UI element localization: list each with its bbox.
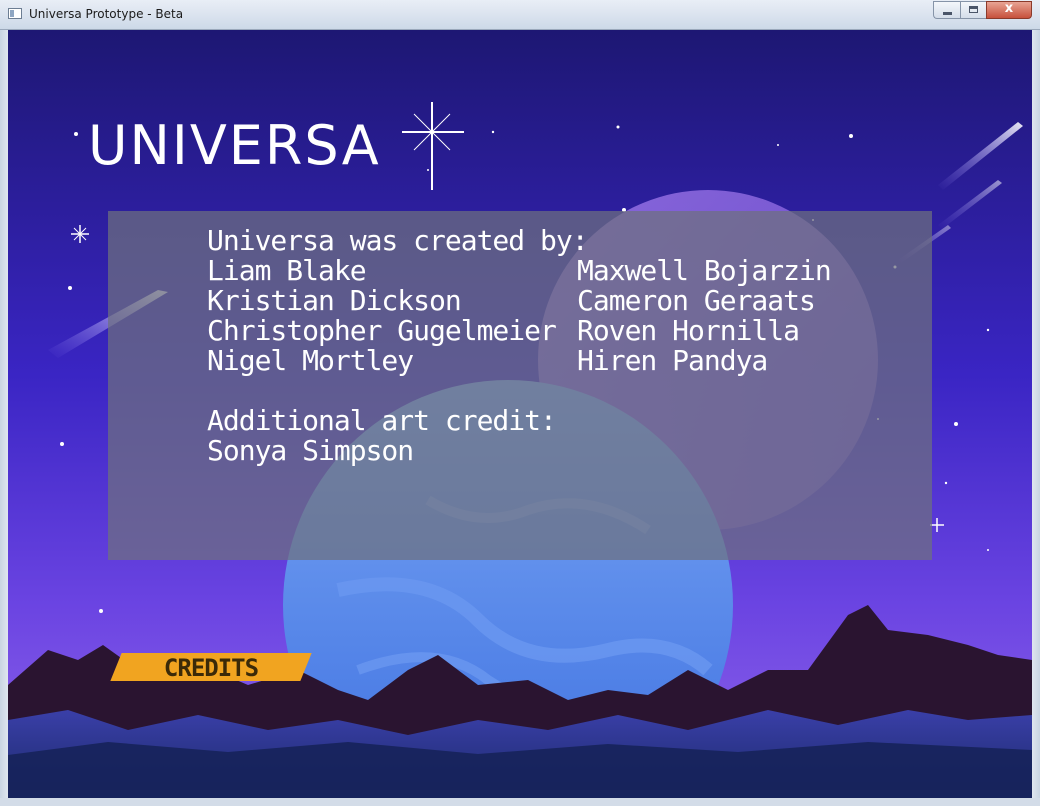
creator-name: Nigel Mortley: [207, 344, 414, 377]
creator-name: Cameron Geraats: [577, 284, 816, 317]
credits-row: Nigel Mortley Hiren Pandya: [207, 344, 768, 377]
minimize-button[interactable]: [933, 1, 960, 19]
creator-name: Roven Hornilla: [577, 314, 800, 347]
window-frame-left: [0, 30, 8, 806]
close-icon: x: [1004, 1, 1014, 16]
art-credit-heading: Additional art credit:: [207, 404, 557, 437]
app-icon: [8, 8, 22, 19]
art-credit-name: Sonya Simpson: [207, 434, 414, 467]
maximize-button[interactable]: [960, 1, 986, 19]
credits-heading: Universa was created by:: [207, 224, 589, 257]
credits-text: Universa was created by: Liam Blake Maxw…: [207, 224, 832, 467]
creator-name: Liam Blake: [207, 254, 367, 287]
window-controls: x: [933, 1, 1032, 20]
credits-button[interactable]: CREDITS: [110, 653, 312, 682]
credits-row: Christopher Gugelmeier Roven Hornilla: [207, 314, 800, 347]
window-title: Universa Prototype - Beta: [29, 7, 184, 21]
creator-name: Kristian Dickson: [207, 284, 462, 317]
game-logo: UNIVERSA: [88, 114, 381, 177]
close-button[interactable]: x: [986, 1, 1032, 19]
creator-name: Maxwell Bojarzin: [577, 254, 832, 287]
credits-row: Kristian Dickson Cameron Geraats: [207, 284, 816, 317]
window-frame-bottom: [0, 798, 1040, 806]
creator-name: Hiren Pandya: [577, 344, 768, 377]
maximize-icon: [969, 6, 978, 13]
minimize-icon: [943, 12, 952, 15]
creator-name: Christopher Gugelmeier: [207, 314, 557, 347]
credits-row: Liam Blake Maxwell Bojarzin: [207, 254, 832, 287]
credits-button-label: CREDITS: [163, 654, 259, 682]
window-frame-right: [1032, 30, 1040, 806]
window-titlebar[interactable]: Universa Prototype - Beta x: [0, 0, 1040, 30]
